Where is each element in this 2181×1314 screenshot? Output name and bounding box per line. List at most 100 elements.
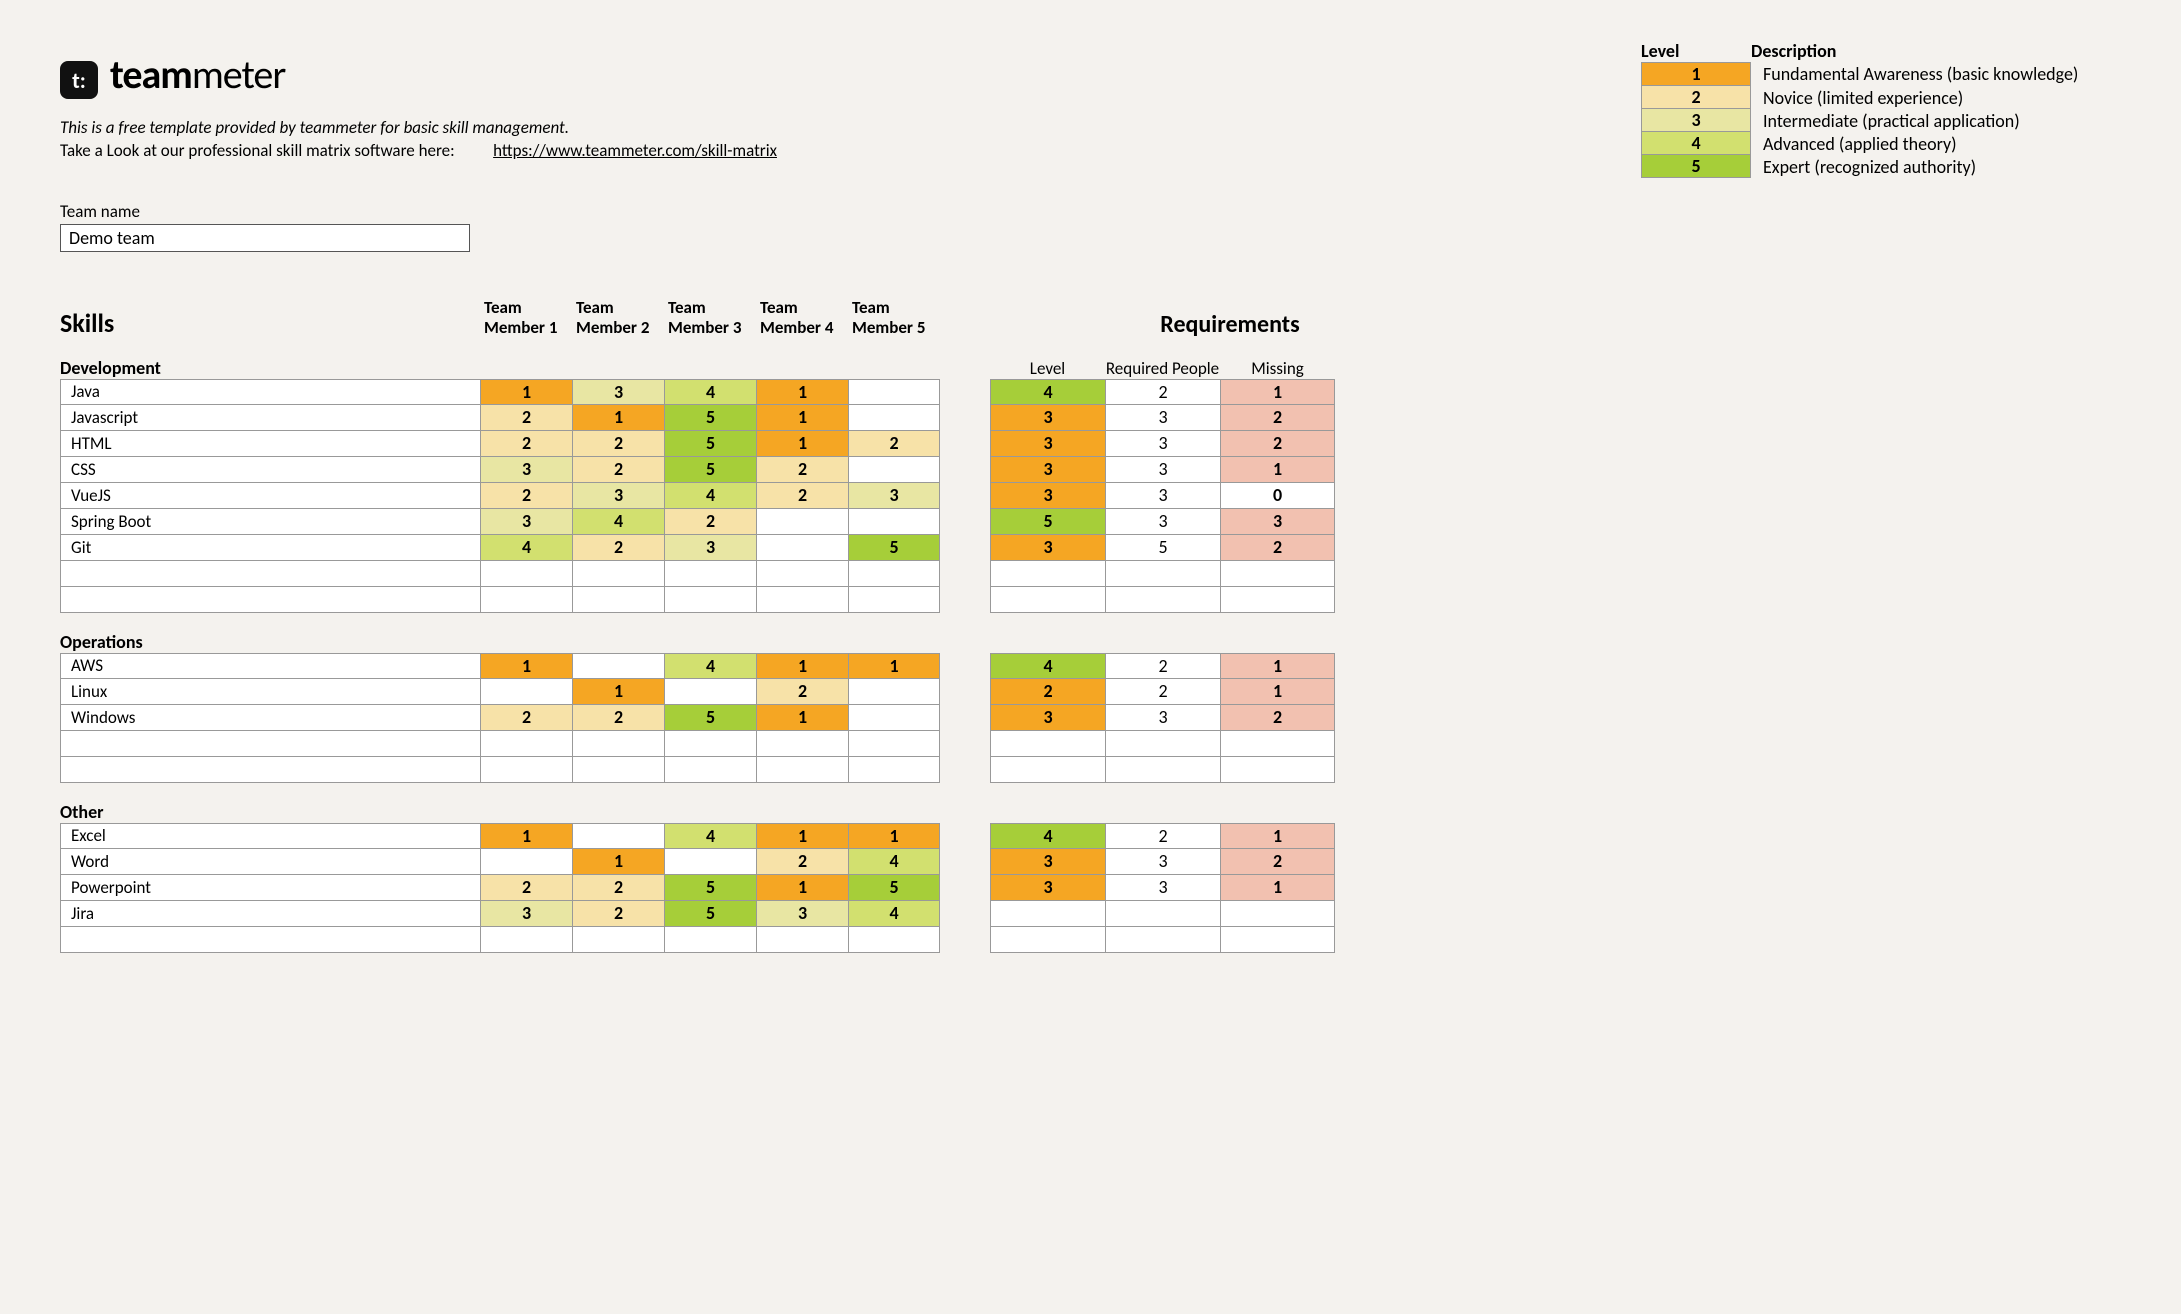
req-level-cell[interactable]	[990, 901, 1105, 927]
skill-level-cell[interactable]: 2	[572, 875, 664, 901]
req-missing-cell[interactable]: 2	[1220, 705, 1335, 731]
skill-level-cell[interactable]	[480, 679, 572, 705]
req-missing-cell[interactable]	[1220, 757, 1335, 783]
skill-level-cell[interactable]: 1	[756, 379, 848, 405]
skill-name-cell[interactable]: Spring Boot	[60, 509, 480, 535]
skill-name-cell[interactable]	[60, 927, 480, 953]
skill-level-cell[interactable]: 4	[848, 901, 940, 927]
skill-level-cell[interactable]: 2	[848, 431, 940, 457]
skill-level-cell[interactable]	[572, 561, 664, 587]
skill-level-cell[interactable]: 1	[572, 405, 664, 431]
req-missing-cell[interactable]: 1	[1220, 823, 1335, 849]
skill-name-cell[interactable]: Java	[60, 379, 480, 405]
skill-level-cell[interactable]	[572, 587, 664, 613]
skill-level-cell[interactable]: 1	[572, 679, 664, 705]
req-missing-cell[interactable]: 1	[1220, 653, 1335, 679]
req-missing-cell[interactable]	[1220, 561, 1335, 587]
skill-name-cell[interactable]: HTML	[60, 431, 480, 457]
skill-level-cell[interactable]: 3	[480, 509, 572, 535]
skill-level-cell[interactable]: 2	[756, 483, 848, 509]
skill-level-cell[interactable]: 1	[756, 705, 848, 731]
skill-level-cell[interactable]	[848, 561, 940, 587]
team-name-input[interactable]: Demo team	[60, 224, 470, 252]
skill-level-cell[interactable]: 1	[480, 379, 572, 405]
skill-level-cell[interactable]: 5	[664, 431, 756, 457]
req-level-cell[interactable]: 5	[990, 509, 1105, 535]
req-people-cell[interactable]	[1105, 561, 1220, 587]
skill-level-cell[interactable]: 4	[848, 849, 940, 875]
req-level-cell[interactable]	[990, 561, 1105, 587]
skill-level-cell[interactable]: 3	[664, 535, 756, 561]
req-people-cell[interactable]: 3	[1105, 431, 1220, 457]
skill-level-cell[interactable]	[756, 587, 848, 613]
skill-level-cell[interactable]	[664, 927, 756, 953]
skill-name-cell[interactable]: VueJS	[60, 483, 480, 509]
skill-level-cell[interactable]	[756, 927, 848, 953]
skill-level-cell[interactable]: 3	[480, 457, 572, 483]
req-level-cell[interactable]: 3	[990, 483, 1105, 509]
skill-level-cell[interactable]: 4	[664, 653, 756, 679]
skill-level-cell[interactable]	[664, 561, 756, 587]
skill-level-cell[interactable]: 1	[480, 823, 572, 849]
req-level-cell[interactable]: 2	[990, 679, 1105, 705]
skill-name-cell[interactable]: Powerpoint	[60, 875, 480, 901]
skill-level-cell[interactable]	[756, 561, 848, 587]
skill-name-cell[interactable]: Windows	[60, 705, 480, 731]
skill-level-cell[interactable]: 5	[664, 875, 756, 901]
req-people-cell[interactable]: 3	[1105, 849, 1220, 875]
req-people-cell[interactable]	[1105, 901, 1220, 927]
skill-name-cell[interactable]: Excel	[60, 823, 480, 849]
req-people-cell[interactable]: 3	[1105, 457, 1220, 483]
skill-level-cell[interactable]	[848, 731, 940, 757]
skill-level-cell[interactable]: 1	[756, 405, 848, 431]
skill-level-cell[interactable]: 5	[848, 535, 940, 561]
req-missing-cell[interactable]: 2	[1220, 405, 1335, 431]
skill-level-cell[interactable]	[664, 679, 756, 705]
req-missing-cell[interactable]: 0	[1220, 483, 1335, 509]
skill-level-cell[interactable]: 5	[664, 405, 756, 431]
skill-level-cell[interactable]	[480, 849, 572, 875]
skill-level-cell[interactable]	[848, 379, 940, 405]
skill-level-cell[interactable]	[572, 731, 664, 757]
req-people-cell[interactable]	[1105, 731, 1220, 757]
req-missing-cell[interactable]: 1	[1220, 679, 1335, 705]
skill-level-cell[interactable]: 2	[572, 705, 664, 731]
req-people-cell[interactable]: 3	[1105, 405, 1220, 431]
skill-level-cell[interactable]	[848, 927, 940, 953]
skill-level-cell[interactable]	[572, 823, 664, 849]
skill-level-cell[interactable]	[848, 457, 940, 483]
skill-level-cell[interactable]: 2	[480, 483, 572, 509]
req-missing-cell[interactable]	[1220, 901, 1335, 927]
skill-level-cell[interactable]	[664, 587, 756, 613]
req-missing-cell[interactable]: 2	[1220, 849, 1335, 875]
req-people-cell[interactable]	[1105, 927, 1220, 953]
skill-name-cell[interactable]: Git	[60, 535, 480, 561]
skill-name-cell[interactable]: AWS	[60, 653, 480, 679]
skill-level-cell[interactable]: 2	[572, 431, 664, 457]
req-missing-cell[interactable]: 2	[1220, 535, 1335, 561]
skill-level-cell[interactable]: 4	[572, 509, 664, 535]
skill-level-cell[interactable]: 1	[572, 849, 664, 875]
req-people-cell[interactable]: 2	[1105, 379, 1220, 405]
skill-level-cell[interactable]: 2	[572, 457, 664, 483]
skill-level-cell[interactable]	[848, 405, 940, 431]
req-level-cell[interactable]	[990, 757, 1105, 783]
req-level-cell[interactable]	[990, 927, 1105, 953]
skill-level-cell[interactable]: 5	[664, 705, 756, 731]
skill-level-cell[interactable]	[572, 757, 664, 783]
req-missing-cell[interactable]: 1	[1220, 457, 1335, 483]
skill-level-cell[interactable]: 3	[572, 379, 664, 405]
req-people-cell[interactable]: 2	[1105, 679, 1220, 705]
req-level-cell[interactable]: 3	[990, 457, 1105, 483]
req-level-cell[interactable]: 3	[990, 405, 1105, 431]
skill-level-cell[interactable]: 4	[664, 483, 756, 509]
skill-level-cell[interactable]: 3	[756, 901, 848, 927]
skill-level-cell[interactable]	[848, 679, 940, 705]
skill-level-cell[interactable]: 2	[480, 405, 572, 431]
skill-level-cell[interactable]: 1	[848, 823, 940, 849]
skill-level-cell[interactable]: 5	[848, 875, 940, 901]
skill-level-cell[interactable]	[756, 535, 848, 561]
skill-level-cell[interactable]	[480, 757, 572, 783]
skill-level-cell[interactable]: 4	[480, 535, 572, 561]
req-missing-cell[interactable]: 1	[1220, 875, 1335, 901]
